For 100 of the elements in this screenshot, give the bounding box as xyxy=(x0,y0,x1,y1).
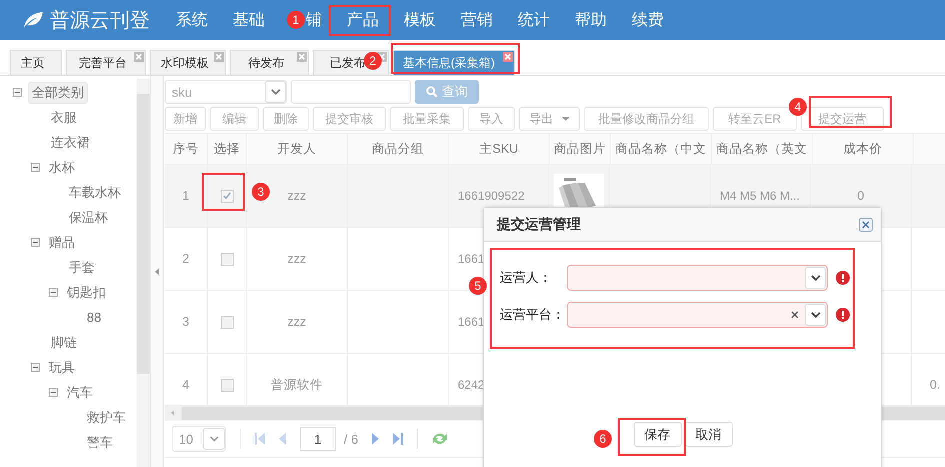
tree-item[interactable]: 衣服 xyxy=(48,108,80,128)
scrollbar[interactable] xyxy=(137,79,150,467)
toolbar-button[interactable]: 导入 xyxy=(468,107,515,131)
search-icon xyxy=(426,86,438,98)
highlight-frame xyxy=(329,5,391,36)
toolbar-button[interactable]: 新增 xyxy=(165,107,206,131)
tree-item[interactable]: 车载水杯 xyxy=(66,182,124,202)
checkbox[interactable] xyxy=(220,252,234,266)
previous-page-icon[interactable] xyxy=(279,433,286,445)
table-cell: zzz xyxy=(288,252,306,266)
nav-item[interactable]: 营销 xyxy=(461,10,493,30)
tab[interactable]: 主页 xyxy=(10,50,62,75)
collapse-arrow-icon[interactable] xyxy=(155,268,159,274)
toolbar-button[interactable]: 批量采集 xyxy=(390,107,464,131)
column-header: 商品名称（英文 xyxy=(712,134,813,164)
collapse-icon[interactable] xyxy=(13,88,22,97)
splitter-handle[interactable] xyxy=(151,76,164,467)
search-type-select[interactable]: sku xyxy=(165,80,287,104)
dialog-title: 提交运营管理 xyxy=(497,216,581,234)
collapse-icon[interactable] xyxy=(31,238,40,247)
clear-icon[interactable] xyxy=(791,311,799,319)
page-input[interactable]: 1 xyxy=(300,427,336,451)
dialog-button[interactable]: 保存 xyxy=(634,422,682,447)
scroll-left-icon[interactable] xyxy=(171,410,174,416)
app-logo: 普源云刊登 xyxy=(50,8,150,34)
collapse-icon[interactable] xyxy=(31,363,40,372)
table-cell: 1 xyxy=(182,189,190,203)
table-cell: 0. xyxy=(930,378,940,392)
column-header: 主SKU xyxy=(449,134,550,164)
step-number: 4 xyxy=(789,98,807,116)
column-header: 选择 xyxy=(208,134,247,164)
page-size-select[interactable]: 10 xyxy=(172,426,226,452)
first-page-icon[interactable] xyxy=(255,433,265,445)
nav-item[interactable]: 基础 xyxy=(233,10,265,30)
checkbox[interactable] xyxy=(220,378,234,392)
column-header: 商品分组 xyxy=(348,134,449,164)
highlight-frame xyxy=(202,173,245,211)
close-icon[interactable] xyxy=(859,218,873,232)
nav-item[interactable]: 帮助 xyxy=(575,10,607,30)
search-input[interactable] xyxy=(291,80,411,104)
toolbar-button[interactable]: 提交审核 xyxy=(313,107,386,131)
table-cell: zzz xyxy=(288,189,306,203)
tree-item[interactable]: 水杯 xyxy=(46,158,78,178)
nav-item[interactable]: 续费 xyxy=(632,10,664,30)
chevron-down-icon xyxy=(210,436,218,442)
column-header: 开发人 xyxy=(247,134,348,164)
toolbar-button[interactable]: 批量修改商品分组 xyxy=(584,107,709,131)
tree-item[interactable]: 脚链 xyxy=(48,332,80,352)
tree-item[interactable]: 赠品 xyxy=(46,232,78,252)
nav-item[interactable]: 统计 xyxy=(518,10,550,30)
chevron-down-icon xyxy=(810,275,820,281)
tab[interactable]: 基本信息(采集箱) xyxy=(393,50,515,75)
tab[interactable]: 待发布 xyxy=(230,50,309,75)
table-cell: 0 xyxy=(858,189,864,203)
tab[interactable]: 水印模板 xyxy=(150,50,226,75)
dialog-button[interactable]: 取消 xyxy=(684,422,732,447)
highlight-frame xyxy=(618,418,686,456)
refresh-icon[interactable] xyxy=(432,432,448,446)
column-header: 商品图片 xyxy=(550,134,611,164)
nav-item[interactable]: 系统 xyxy=(176,10,208,30)
toolbar-button[interactable]: 删除 xyxy=(263,107,309,131)
tree-item[interactable]: 手套 xyxy=(66,258,98,278)
column-header: 成本价 xyxy=(813,134,914,164)
table-cell: 2 xyxy=(182,252,190,266)
tree-item[interactable]: 钥匙扣 xyxy=(64,282,109,302)
table-cell: 普源软件 xyxy=(271,376,323,394)
tree-item[interactable]: 救护车 xyxy=(84,408,129,428)
collapse-icon[interactable] xyxy=(49,288,58,297)
collapse-icon[interactable] xyxy=(31,163,40,172)
checkbox[interactable] xyxy=(220,316,234,328)
table-cell: 4 xyxy=(182,378,190,392)
tree-item[interactable]: 保温杯 xyxy=(66,208,111,228)
collapse-icon[interactable] xyxy=(49,388,58,397)
tree-item[interactable]: 警车 xyxy=(84,432,116,452)
chevron-down-icon xyxy=(810,312,820,318)
nav-item[interactable]: 产品 xyxy=(347,10,379,30)
step-number: 5 xyxy=(469,277,487,295)
tree-item[interactable]: 汽车 xyxy=(64,382,96,402)
field-label: 运营人： xyxy=(500,269,553,287)
toolbar-button[interactable]: 导出 xyxy=(519,107,580,131)
nav-item[interactable]: 模板 xyxy=(404,10,436,30)
tree-item[interactable]: 88 xyxy=(84,309,104,326)
table-cell: zzz xyxy=(288,315,306,329)
column-header: 商品名称（中文 xyxy=(611,134,712,164)
select-field[interactable] xyxy=(567,265,828,291)
table-cell: 1661 xyxy=(458,252,485,266)
tree-item[interactable]: 全部类别 xyxy=(28,82,88,104)
tab[interactable]: 完善平台 xyxy=(66,50,146,75)
select-field[interactable] xyxy=(567,302,828,328)
checkbox[interactable] xyxy=(220,190,234,202)
tree-item[interactable]: 连衣裙 xyxy=(48,132,93,152)
page-count: / 6 xyxy=(344,432,358,446)
table-cell: M4 M5 M6 M... xyxy=(720,189,800,203)
nav-item[interactable]: 铺 xyxy=(306,10,322,30)
error-icon xyxy=(836,271,850,285)
toolbar-button[interactable]: 编辑 xyxy=(210,107,259,131)
last-page-icon[interactable] xyxy=(393,433,404,445)
next-page-icon[interactable] xyxy=(372,433,380,445)
table-cell: 6242 xyxy=(458,378,485,392)
tree-item[interactable]: 玩具 xyxy=(46,358,78,378)
